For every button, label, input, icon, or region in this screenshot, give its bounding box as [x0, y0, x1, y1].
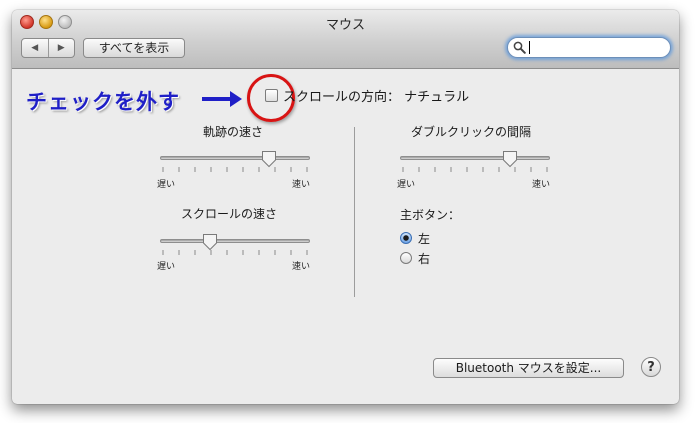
search-field[interactable] — [507, 37, 671, 58]
double-click-speed-label: ダブルクリックの間隔 — [411, 125, 532, 139]
toolbar: マウス ◀ ▶ すべてを表示 — [12, 10, 679, 69]
back-icon: ◀ — [31, 43, 39, 53]
scrolling-speed-label: スクロールの速さ — [181, 207, 278, 221]
slider-thumb[interactable] — [261, 150, 277, 168]
text-caret — [529, 41, 530, 54]
double-click-fast-label: 速い — [532, 180, 551, 190]
tracking-speed-slider[interactable] — [160, 150, 310, 176]
slider-thumb[interactable] — [202, 233, 218, 251]
tracking-fast-label: 速い — [292, 180, 311, 190]
bluetooth-setup-button[interactable]: Bluetooth マウスを設定... — [433, 358, 624, 378]
slider-ticks — [402, 167, 548, 172]
slider-track — [400, 156, 550, 160]
forward-button[interactable]: ▶ — [47, 39, 75, 57]
window-title: マウス — [325, 18, 365, 33]
radio-right-label: 右 — [418, 252, 431, 266]
slider-ticks — [162, 250, 308, 255]
radio-right[interactable] — [400, 252, 412, 264]
column-divider — [354, 127, 355, 297]
double-click-speed-slider[interactable] — [400, 150, 550, 176]
tracking-speed-label: 軌跡の速さ — [203, 125, 264, 139]
forward-icon: ▶ — [57, 43, 65, 53]
slider-track — [160, 156, 310, 160]
preferences-window: マウス ◀ ▶ すべてを表示 — [12, 10, 679, 404]
slider-track — [160, 239, 310, 243]
navigation-segment: ◀ ▶ — [21, 38, 75, 58]
help-button[interactable]: ? — [641, 357, 661, 377]
scroll-direction-label: スクロールの方向： ナチュラル — [283, 90, 470, 105]
search-icon — [513, 41, 526, 54]
scrolling-fast-label: 速い — [292, 262, 311, 272]
scrolling-slow-label: 遅い — [157, 262, 176, 272]
double-click-slow-label: 遅い — [397, 180, 416, 190]
radio-left-label: 左 — [418, 232, 431, 246]
slider-ticks — [162, 167, 308, 172]
annotation-text: チェックを外す — [26, 90, 180, 114]
search-input[interactable] — [528, 40, 662, 54]
show-all-button[interactable]: すべてを表示 — [83, 38, 185, 58]
scrolling-speed-slider[interactable] — [160, 233, 310, 259]
back-button[interactable]: ◀ — [22, 39, 48, 57]
arrow-icon — [202, 91, 242, 107]
slider-thumb[interactable] — [502, 150, 518, 168]
primary-button-label: 主ボタン： — [400, 208, 461, 222]
tracking-slow-label: 遅い — [157, 180, 176, 190]
radio-left[interactable] — [400, 232, 412, 244]
